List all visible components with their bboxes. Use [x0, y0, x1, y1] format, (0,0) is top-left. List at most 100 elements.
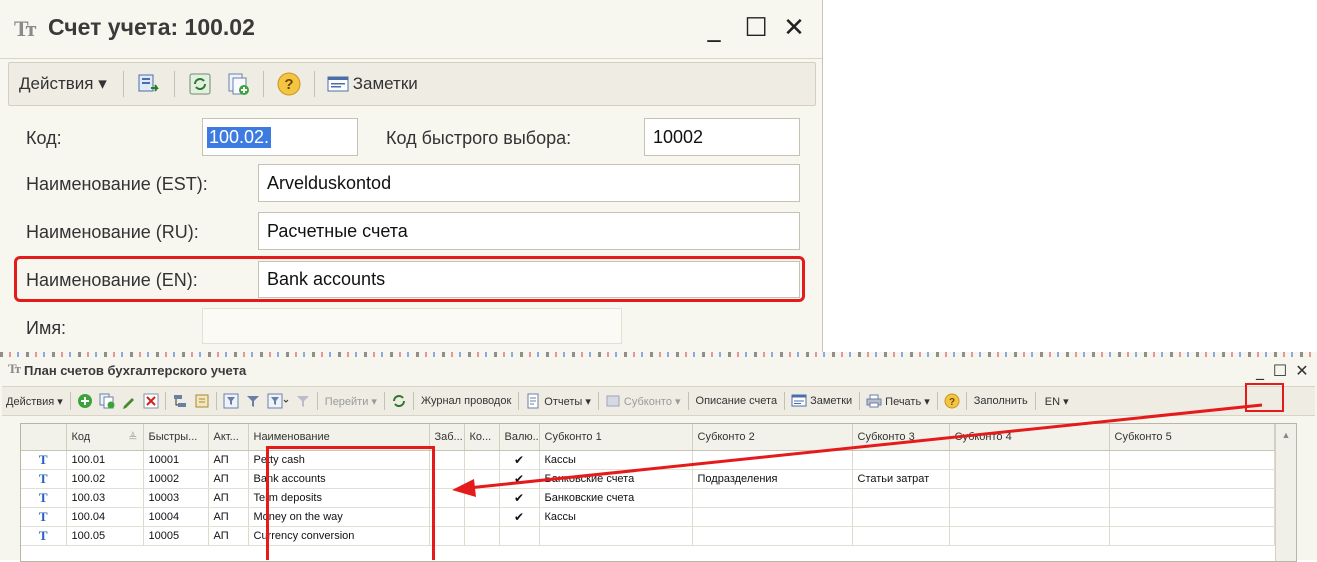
cell-subconto-2	[692, 526, 853, 546]
col-header-quick[interactable]: Быстры...	[143, 424, 209, 451]
quick-code-field[interactable]: 10002	[644, 118, 800, 156]
toolbar-divider	[316, 392, 318, 410]
minimize-icon[interactable]: _	[1250, 360, 1270, 380]
cell-currency: ✔	[499, 488, 540, 508]
help-icon[interactable]: ?	[276, 71, 302, 97]
col-header-currency[interactable]: Валю...	[499, 424, 540, 451]
toolbar-divider	[173, 71, 175, 97]
table-row[interactable]: Т 100.04 10004 АП Money on the way ✔ Кассы	[21, 507, 1275, 527]
table-row[interactable]: Т 100.01 10001 АП Petty cash ✔ Кассы	[21, 450, 1275, 470]
col-header-code[interactable]: Код ≜	[66, 424, 144, 451]
cell-subconto-4	[949, 469, 1110, 489]
filter-by-value-icon[interactable]	[245, 393, 261, 409]
cell-quantity	[464, 469, 500, 489]
list-toolbar: Действия ▾ Перейти ▾ Журнал проводок Отч…	[2, 386, 1315, 416]
cell-subconto-1: Банковские счета	[539, 488, 693, 508]
close-icon[interactable]: ✕	[1292, 360, 1312, 380]
cell-subconto-2	[692, 450, 853, 470]
add-icon[interactable]	[77, 393, 93, 409]
delete-icon[interactable]	[143, 393, 159, 409]
toolbar-divider	[164, 392, 166, 410]
reports-menu-button[interactable]: Отчеты ▾	[544, 395, 595, 408]
cell-currency: ✔	[499, 469, 540, 489]
cell-subconto-5	[1109, 507, 1275, 527]
account-description-button[interactable]: Описание счета	[692, 395, 782, 407]
cell-quantity	[464, 450, 500, 470]
notes-button[interactable]: Заметки	[351, 74, 428, 94]
cell-code: 100.01	[66, 450, 144, 470]
list-titlebar[interactable]: Тт План счетов бухгалтерского учета _ ☐ …	[0, 358, 1317, 384]
toolbar-divider	[69, 392, 71, 410]
cell-subconto-4	[949, 526, 1110, 546]
table-row[interactable]: Т 100.03 10003 АП Term deposits ✔ Банковские с…	[21, 488, 1275, 508]
cell-quantity	[464, 488, 500, 508]
print-icon	[866, 393, 882, 409]
col-header-subconto-4[interactable]: Субконто 4	[949, 424, 1110, 451]
go-to-menu-button[interactable]: Перейти ▾	[321, 395, 381, 408]
cell-subconto-5	[1109, 526, 1275, 546]
cell-subconto-5	[1109, 488, 1275, 508]
clear-filter-icon[interactable]	[295, 393, 311, 409]
notes-button[interactable]: Заметки	[810, 395, 856, 407]
col-header-active[interactable]: Акт...	[208, 424, 249, 451]
row-type-icon: Т	[21, 469, 67, 489]
cell-subconto-1: Кассы	[539, 450, 693, 470]
journal-button[interactable]: Журнал проводок	[417, 395, 515, 407]
refresh-icon[interactable]	[391, 393, 407, 409]
actions-menu-button[interactable]: Действия ▾	[9, 74, 117, 94]
cell-active: АП	[208, 469, 249, 489]
dialog-titlebar[interactable]: Тт Счет учета: 100.02 _ ☐ ✕	[0, 0, 822, 59]
name-est-field[interactable]: Arvelduskontod	[258, 164, 800, 202]
cell-active: АП	[208, 526, 249, 546]
refresh-icon[interactable]	[187, 71, 213, 97]
cell-subconto-4	[949, 488, 1110, 508]
save-close-icon[interactable]	[136, 71, 162, 97]
fill-button[interactable]: Заполнить	[970, 395, 1032, 407]
help-icon[interactable]: ?	[944, 393, 960, 409]
col-header-quantity[interactable]: Ко...	[464, 424, 500, 451]
row-type-icon: Т	[21, 450, 67, 470]
minimize-icon[interactable]: _	[696, 10, 732, 46]
filter-menu-icon[interactable]	[267, 393, 289, 409]
copy-icon[interactable]	[99, 393, 115, 409]
subconto-menu-button[interactable]: Субконто ▾	[624, 395, 685, 408]
row-type-icon: Т	[21, 526, 67, 546]
print-menu-button[interactable]: Печать ▾	[885, 395, 934, 408]
col-header-subconto-1[interactable]: Субконто 1	[539, 424, 693, 451]
toolbar-divider	[215, 392, 217, 410]
name-en-highlight-frame	[14, 256, 805, 302]
cell-code: 100.05	[66, 526, 144, 546]
maximize-icon[interactable]: ☐	[1270, 360, 1290, 380]
name-ru-label: Наименование (RU):	[26, 222, 199, 242]
col-header-subconto-5[interactable]: Субконто 5	[1109, 424, 1275, 451]
table-row[interactable]: Т 100.05 10005 АП Currency conversion	[21, 526, 1275, 546]
close-icon[interactable]: ✕	[776, 10, 812, 46]
cell-code: 100.02	[66, 469, 144, 489]
cell-subconto-3: Статьи затрат	[852, 469, 950, 489]
copy-new-icon[interactable]	[225, 71, 251, 97]
actions-menu-button[interactable]: Действия ▾	[2, 395, 67, 408]
filter-icon[interactable]	[223, 393, 239, 409]
notes-icon[interactable]	[327, 71, 349, 97]
cell-subconto-3	[852, 526, 950, 546]
cell-code: 100.04	[66, 507, 144, 527]
edit-icon[interactable]	[121, 393, 137, 409]
code-field[interactable]: 100.02.	[202, 118, 358, 156]
cell-currency	[499, 526, 540, 546]
language-menu-button[interactable]: EN ▾	[1039, 395, 1073, 408]
scroll-up-icon[interactable]: ▲	[1276, 430, 1296, 440]
decorative-strip	[0, 352, 1317, 357]
col-header-subconto-3[interactable]: Субконто 3	[852, 424, 950, 451]
maximize-icon[interactable]: ☐	[738, 10, 774, 46]
table-row[interactable]: Т 100.02 10002 АП Bank accounts ✔ Банковские с…	[21, 469, 1275, 489]
hierarchy-icon[interactable]	[172, 393, 188, 409]
vertical-scrollbar[interactable]: ▲	[1275, 424, 1296, 561]
name-ru-field[interactable]: Расчетные счета	[258, 212, 800, 250]
toolbar-divider	[597, 392, 599, 410]
identifier-field[interactable]	[202, 308, 622, 344]
col-header-subconto-2[interactable]: Субконто 2	[692, 424, 853, 451]
tree-view-icon[interactable]	[194, 393, 210, 409]
col-header-icon[interactable]	[21, 424, 67, 451]
cell-subconto-2: Подразделения	[692, 469, 853, 489]
cell-active: АП	[208, 507, 249, 527]
